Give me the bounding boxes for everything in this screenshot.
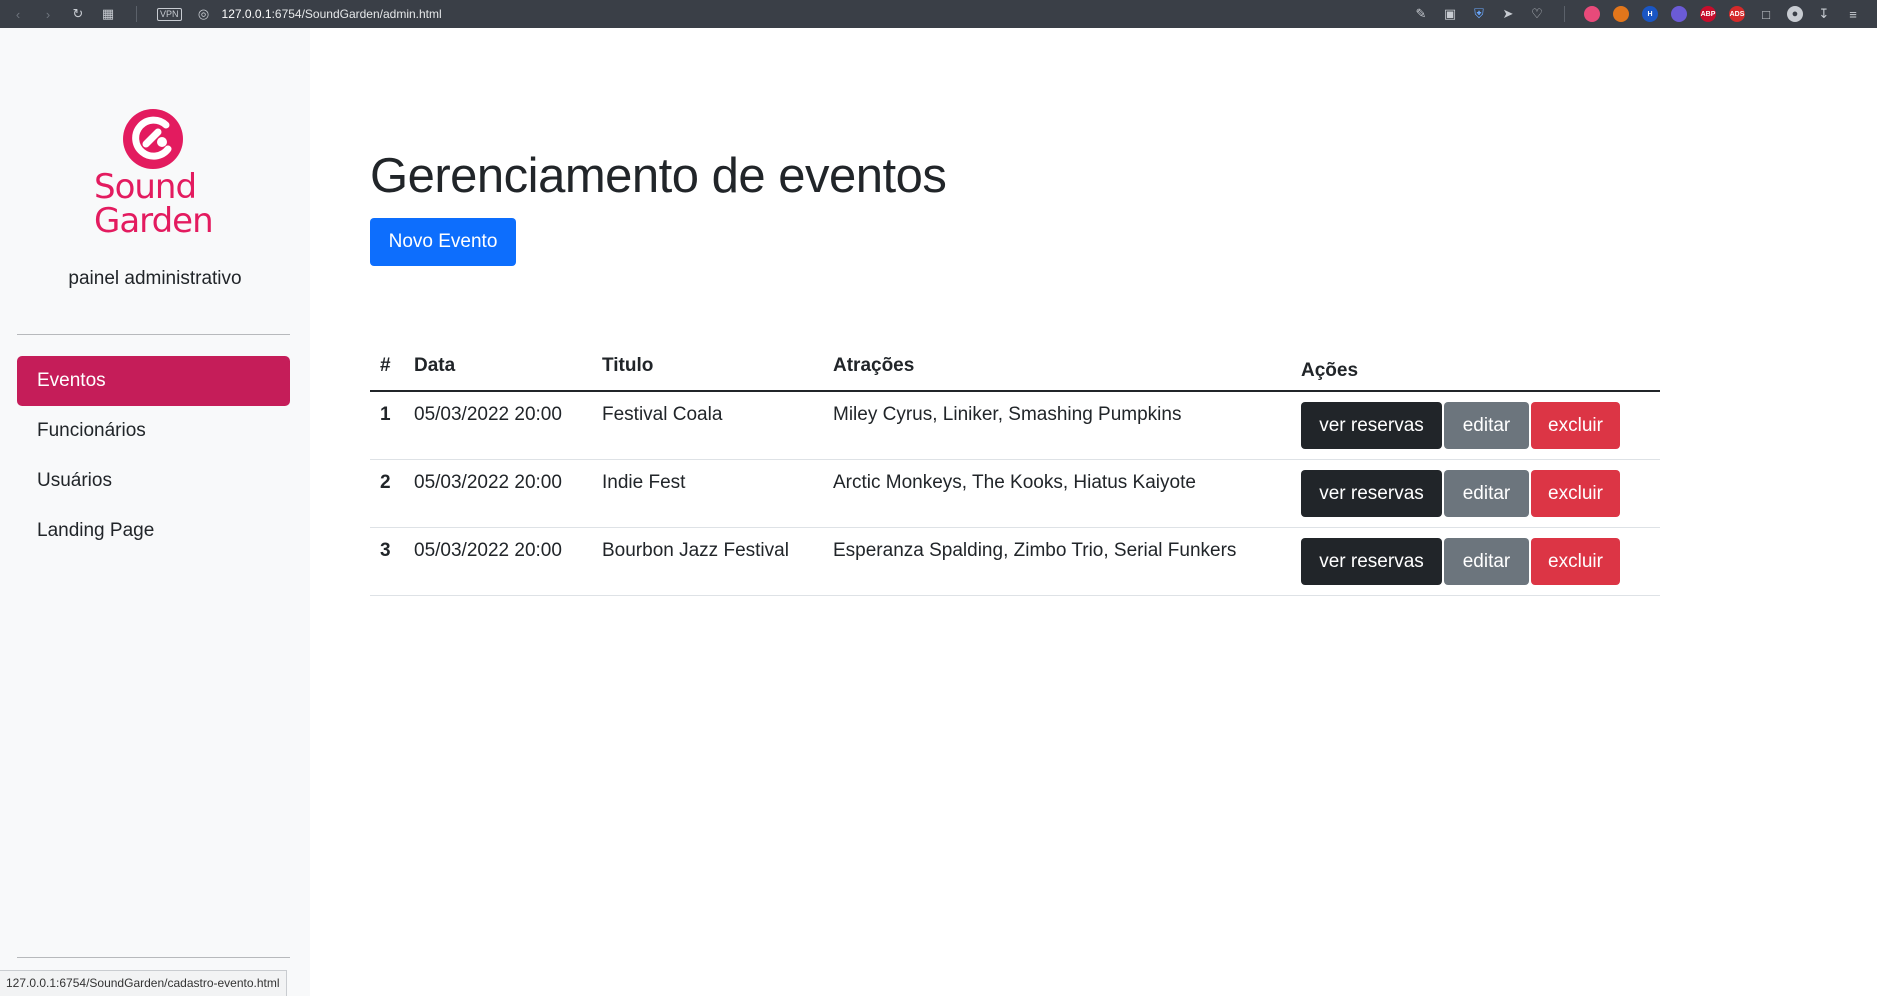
shield-icon[interactable]: ⛨ <box>1471 6 1487 22</box>
sidebar-nav: Eventos Funcionários Usuários Landing Pa… <box>17 356 290 556</box>
sidebar-divider <box>17 334 290 335</box>
row-number: 1 <box>370 391 414 460</box>
reload-icon[interactable]: ↻ <box>70 6 86 22</box>
row-title: Bourbon Jazz Festival <box>602 527 833 596</box>
sidebar-divider-bottom <box>17 957 290 958</box>
abp-icon[interactable]: ABP <box>1700 6 1716 22</box>
logo-line-1: Sound <box>94 167 197 207</box>
new-event-button[interactable]: Novo Evento <box>370 218 516 266</box>
forward-icon[interactable]: › <box>40 6 56 22</box>
row-date: 05/03/2022 20:00 <box>414 391 602 460</box>
row-attractions: Miley Cyrus, Liniker, Smashing Pumpkins <box>833 391 1301 460</box>
table-row: 2 05/03/2022 20:00 Indie Fest Arctic Mon… <box>370 459 1660 528</box>
row-date: 05/03/2022 20:00 <box>414 459 602 528</box>
view-reservations-button[interactable]: ver reservas <box>1301 402 1442 449</box>
fox-icon[interactable] <box>1613 6 1629 22</box>
view-reservations-button[interactable]: ver reservas <box>1301 469 1442 517</box>
table-header-row: # Data Titulo Atrações Ações <box>370 341 1660 392</box>
h-extension-icon[interactable]: H <box>1642 6 1658 22</box>
view-reservations-button[interactable]: ver reservas <box>1301 537 1442 585</box>
sidebar-item-usuarios[interactable]: Usuários <box>17 456 290 506</box>
extensions-area: H ABP ADS <box>1584 6 1745 22</box>
delete-button[interactable]: excluir <box>1531 402 1620 449</box>
row-title: Indie Fest <box>602 459 833 528</box>
camera-icon[interactable]: ▣ <box>1442 6 1458 22</box>
profile-avatar-icon[interactable]: ● <box>1787 6 1803 22</box>
row-actions: ver reservas editar excluir <box>1301 527 1660 596</box>
header-date: Data <box>414 341 602 392</box>
back-icon[interactable]: ‹ <box>10 6 26 22</box>
edit-icon[interactable]: ✎ <box>1413 6 1429 22</box>
sidebar-item-funcionarios[interactable]: Funcionários <box>17 406 290 456</box>
color-wheel-icon[interactable] <box>1584 6 1600 22</box>
send-icon[interactable]: ➤ <box>1500 6 1516 22</box>
toolbar-separator <box>136 6 137 22</box>
row-number: 3 <box>370 527 414 596</box>
sidebar-item-landing-page[interactable]: Landing Page <box>17 506 290 556</box>
browser-toolbar: ‹ › ↻ ▦ VPN ◎ 127.0.0.1:6754/SoundGarden… <box>0 0 1877 28</box>
chat-extension-icon[interactable] <box>1671 6 1687 22</box>
header-title: Titulo <box>602 341 833 392</box>
row-attractions: Arctic Monkeys, The Kooks, Hiatus Kaiyot… <box>833 459 1301 528</box>
logo-line-2: Garden <box>94 201 214 241</box>
edit-button[interactable]: editar <box>1444 469 1529 517</box>
row-date: 05/03/2022 20:00 <box>414 527 602 596</box>
sidebar: Sound Garden painel administrativo Event… <box>0 28 310 996</box>
row-attractions: Esperanza Spalding, Zimbo Trio, Serial F… <box>833 527 1301 596</box>
table-row: 3 05/03/2022 20:00 Bourbon Jazz Festival… <box>370 527 1660 596</box>
edit-button[interactable]: editar <box>1444 402 1529 449</box>
row-actions: ver reservas editar excluir <box>1301 459 1660 528</box>
table-body: 1 05/03/2022 20:00 Festival Coala Miley … <box>370 391 1660 596</box>
row-number: 2 <box>370 459 414 528</box>
browser-nav: ‹ › ↻ ▦ VPN ◎ <box>0 6 212 22</box>
vpn-badge[interactable]: VPN <box>157 7 182 21</box>
download-icon[interactable]: ↧ <box>1816 6 1832 22</box>
address-bar[interactable]: 127.0.0.1:6754/SoundGarden/admin.html <box>222 7 442 21</box>
events-table: # Data Titulo Atrações Ações 1 05/03/202… <box>370 341 1660 596</box>
soundgarden-logo-icon <box>123 109 183 169</box>
menu-icon[interactable]: ≡ <box>1845 6 1861 22</box>
url-host: 127.0.0.1 <box>221 7 272 21</box>
table-header: # Data Titulo Atrações Ações <box>370 341 1660 392</box>
delete-button[interactable]: excluir <box>1531 469 1620 517</box>
delete-button[interactable]: excluir <box>1531 537 1620 585</box>
sidebar-item-eventos[interactable]: Eventos <box>17 356 290 406</box>
cube-icon[interactable]: □ <box>1758 6 1774 22</box>
edit-button[interactable]: editar <box>1444 537 1529 585</box>
table-row: 1 05/03/2022 20:00 Festival Coala Miley … <box>370 391 1660 460</box>
row-actions: ver reservas editar excluir <box>1301 391 1660 460</box>
toolbar-separator <box>1564 6 1565 22</box>
header-actions: Ações <box>1301 341 1660 392</box>
header-number: # <box>370 341 414 392</box>
status-bar-link-preview: 127.0.0.1:6754/SoundGarden/cadastro-even… <box>0 970 287 996</box>
ads-icon[interactable]: ADS <box>1729 6 1745 22</box>
browser-actions: ✎ ▣ ⛨ ➤ ♡ H ABP ADS □ ● ↧ ≡ <box>1413 0 1861 28</box>
tabs-grid-icon[interactable]: ▦ <box>100 6 116 22</box>
heart-icon[interactable]: ♡ <box>1529 6 1545 22</box>
page-title: Gerenciamento de eventos <box>370 149 947 203</box>
globe-icon: ◎ <box>197 6 210 21</box>
logo-wordmark: Sound Garden <box>94 170 224 238</box>
header-attractions: Atrações <box>833 341 1301 392</box>
url-path: :6754/SoundGarden/admin.html <box>271 7 442 21</box>
sidebar-subtitle: painel administrativo <box>68 268 242 289</box>
row-title: Festival Coala <box>602 391 833 460</box>
